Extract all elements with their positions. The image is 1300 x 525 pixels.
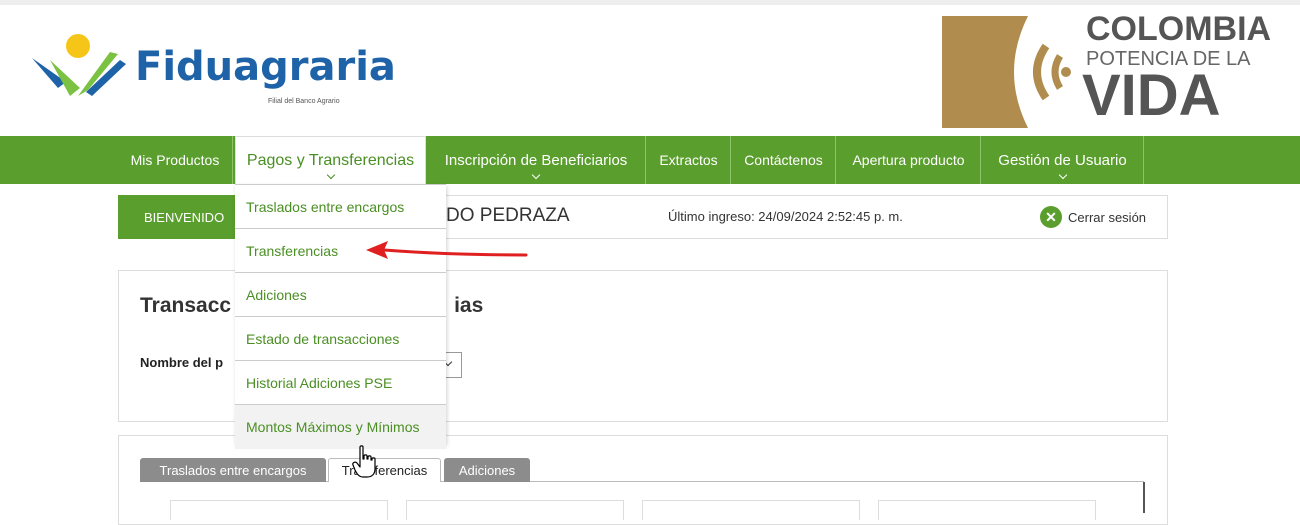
nav-label: Pagos y Transferencias [246,151,415,169]
nav-contactenos[interactable]: Contáctenos [732,136,836,184]
colombia-mark-icon [942,16,1078,128]
nav-label: Mis Productos [130,152,220,168]
option-card[interactable] [170,500,388,520]
menu-item-historial[interactable]: Historial Adiciones PSE [235,361,446,405]
nav-gestion-usuario[interactable]: Gestión de Usuario [982,136,1144,184]
user-name: DO PEDRAZA [446,205,570,226]
brand-name: Fiduagraria [135,44,396,90]
logout-button[interactable]: ✕ Cerrar sesión [1040,206,1146,228]
logout-label: Cerrar sesión [1068,209,1147,225]
fiduagraria-mark-icon [32,34,126,96]
product-name-label: Nombre del p [140,355,224,370]
nav-apertura-producto[interactable]: Apertura producto [837,136,981,184]
menu-label: Historial Adiciones PSE [246,374,393,391]
option-card[interactable] [878,500,1096,520]
tab-traslados[interactable]: Traslados entre encargos [140,458,326,482]
nav-label: Extractos [659,152,718,168]
chevron-down-icon [1058,170,1067,180]
fiduagraria-logo[interactable]: Fiduagraria Filial del Banco Agrario [30,30,396,110]
last-login: Último ingreso: 24/09/2024 2:52:45 p. m. [668,209,903,224]
welcome-badge: BIENVENIDO [118,195,238,239]
menu-item-montos[interactable]: Montos Máximos y Mínimos [235,405,446,449]
nav-mis-productos[interactable]: Mis Productos [118,136,233,184]
menu-label: Traslados entre encargos [246,198,405,215]
tab-adiciones[interactable]: Adiciones [444,458,530,482]
nav-label: Contáctenos [744,152,823,168]
vida-word: VIDA [1082,63,1221,128]
option-card[interactable] [642,500,860,520]
menu-label: Adiciones [246,286,307,303]
option-card[interactable] [406,500,624,520]
title-left: Transacc [140,294,232,317]
close-icon: ✕ [1040,206,1062,228]
menu-label: Transferencias [246,242,339,259]
tab-label: Traslados entre encargos [159,462,307,478]
menu-label: Estado de transacciones [246,330,400,347]
nav-inscripcion-beneficiarios[interactable]: Inscripción de Beneficiarios [427,136,646,184]
scrollbar[interactable] [1143,482,1145,513]
brand-tagline: Filial del Banco Agrario [268,98,340,105]
nav-pagos-transferencias[interactable]: Pagos y Transferencias [235,136,426,184]
title-right: ias [454,294,484,317]
red-arrow-annotation [366,241,528,259]
colombia-word: COLOMBIA [1086,10,1272,48]
menu-label: Montos Máximos y Mínimos [246,419,420,435]
top-border [0,0,1300,5]
nav-extractos[interactable]: Extractos [647,136,731,184]
chevron-down-icon [531,170,541,180]
nav-label: Inscripción de Beneficiarios [444,151,628,169]
menu-item-estado[interactable]: Estado de transacciones [235,317,446,361]
chevron-down-icon [326,170,335,180]
menu-item-traslados[interactable]: Traslados entre encargos [235,185,446,229]
nav-label: Apertura producto [852,152,965,168]
tab-transferencias[interactable]: Transferencias [328,458,441,482]
menu-item-adiciones[interactable]: Adiciones [235,273,446,317]
nav-label: Gestión de Usuario [998,151,1127,169]
hand-cursor-icon [352,445,376,478]
tab-label: Adiciones [458,462,516,478]
